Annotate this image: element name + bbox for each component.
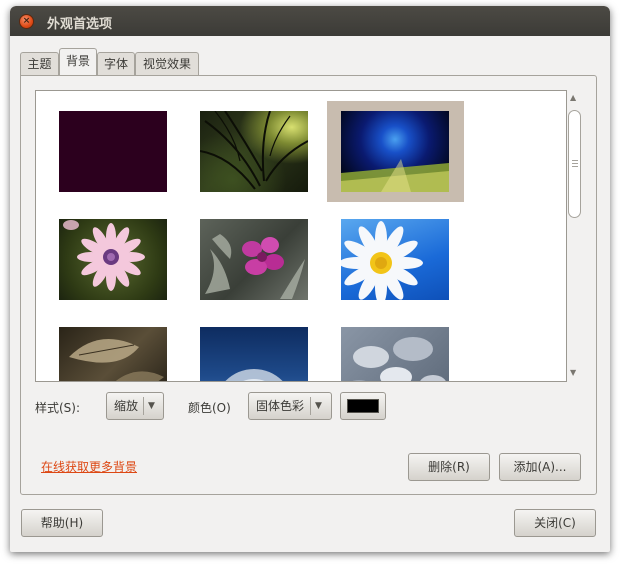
- wallpaper-thumbnail[interactable]: [200, 219, 308, 300]
- scroll-thumb[interactable]: [568, 110, 581, 218]
- scroll-up-icon[interactable]: ▲: [570, 93, 576, 102]
- help-button[interactable]: 帮助(H): [21, 509, 103, 537]
- color-mode-value: 固体色彩: [256, 399, 305, 413]
- grip-line: [572, 166, 578, 167]
- scroll-down-icon[interactable]: ▼: [570, 368, 576, 377]
- add-button[interactable]: 添加(A)...: [499, 453, 581, 481]
- magenta-flower-art: [205, 234, 305, 299]
- color-label: 颜色(O): [188, 401, 231, 415]
- color-mode-combo[interactable]: 固体色彩 ▼: [248, 392, 332, 420]
- wallpaper-thumbnail[interactable]: [200, 111, 308, 192]
- close-window-icon[interactable]: ×: [19, 14, 34, 29]
- light-rays-art: [341, 159, 449, 192]
- get-more-backgrounds-link[interactable]: 在线获取更多背景: [41, 458, 137, 475]
- tab-theme[interactable]: 主题: [20, 52, 59, 75]
- remove-button[interactable]: 删除(R): [408, 453, 490, 481]
- wallpaper-thumbnail[interactable]: [59, 111, 167, 192]
- wallpaper-thumbnail[interactable]: [59, 219, 167, 300]
- wallpaper-thumbnail[interactable]: [341, 111, 449, 192]
- white-daisy-art: [341, 221, 423, 300]
- tab-fonts[interactable]: 字体: [97, 52, 135, 75]
- grip-line: [572, 163, 578, 164]
- chevron-down-icon: ▼: [315, 401, 322, 411]
- style-combo[interactable]: 缩放 ▼: [106, 392, 164, 420]
- color-swatch: [347, 399, 379, 413]
- title-bar[interactable]: × 外观首选项: [10, 6, 610, 36]
- wallpaper-thumbnail[interactable]: [341, 219, 449, 300]
- gallery-scrollbar[interactable]: ▲ ▼: [567, 90, 584, 382]
- pebbles-art: [352, 337, 446, 381]
- pink-daisy-art: [63, 220, 145, 291]
- dandelion-art: [225, 369, 283, 381]
- wallpaper-gallery[interactable]: [35, 90, 567, 382]
- wallpaper-thumbnail[interactable]: [59, 327, 167, 381]
- close-button[interactable]: 关闭(C): [514, 509, 596, 537]
- tab-visual-effects[interactable]: 视觉效果: [135, 52, 199, 75]
- chevron-down-icon: ▼: [148, 401, 155, 411]
- color-picker-button[interactable]: [340, 392, 386, 420]
- grip-line: [572, 160, 578, 161]
- wallpaper-thumbnail[interactable]: [341, 327, 449, 381]
- dry-leaves-art: [69, 339, 164, 381]
- tree-branches-art: [200, 111, 308, 190]
- wallpaper-thumbnail[interactable]: [200, 327, 308, 381]
- tab-background[interactable]: 背景: [59, 48, 97, 75]
- style-label: 样式(S):: [35, 401, 81, 415]
- style-combo-value: 缩放: [114, 399, 139, 413]
- window-title: 外观首选项: [47, 17, 113, 32]
- combo-separator: [143, 397, 144, 415]
- combo-separator: [310, 397, 311, 415]
